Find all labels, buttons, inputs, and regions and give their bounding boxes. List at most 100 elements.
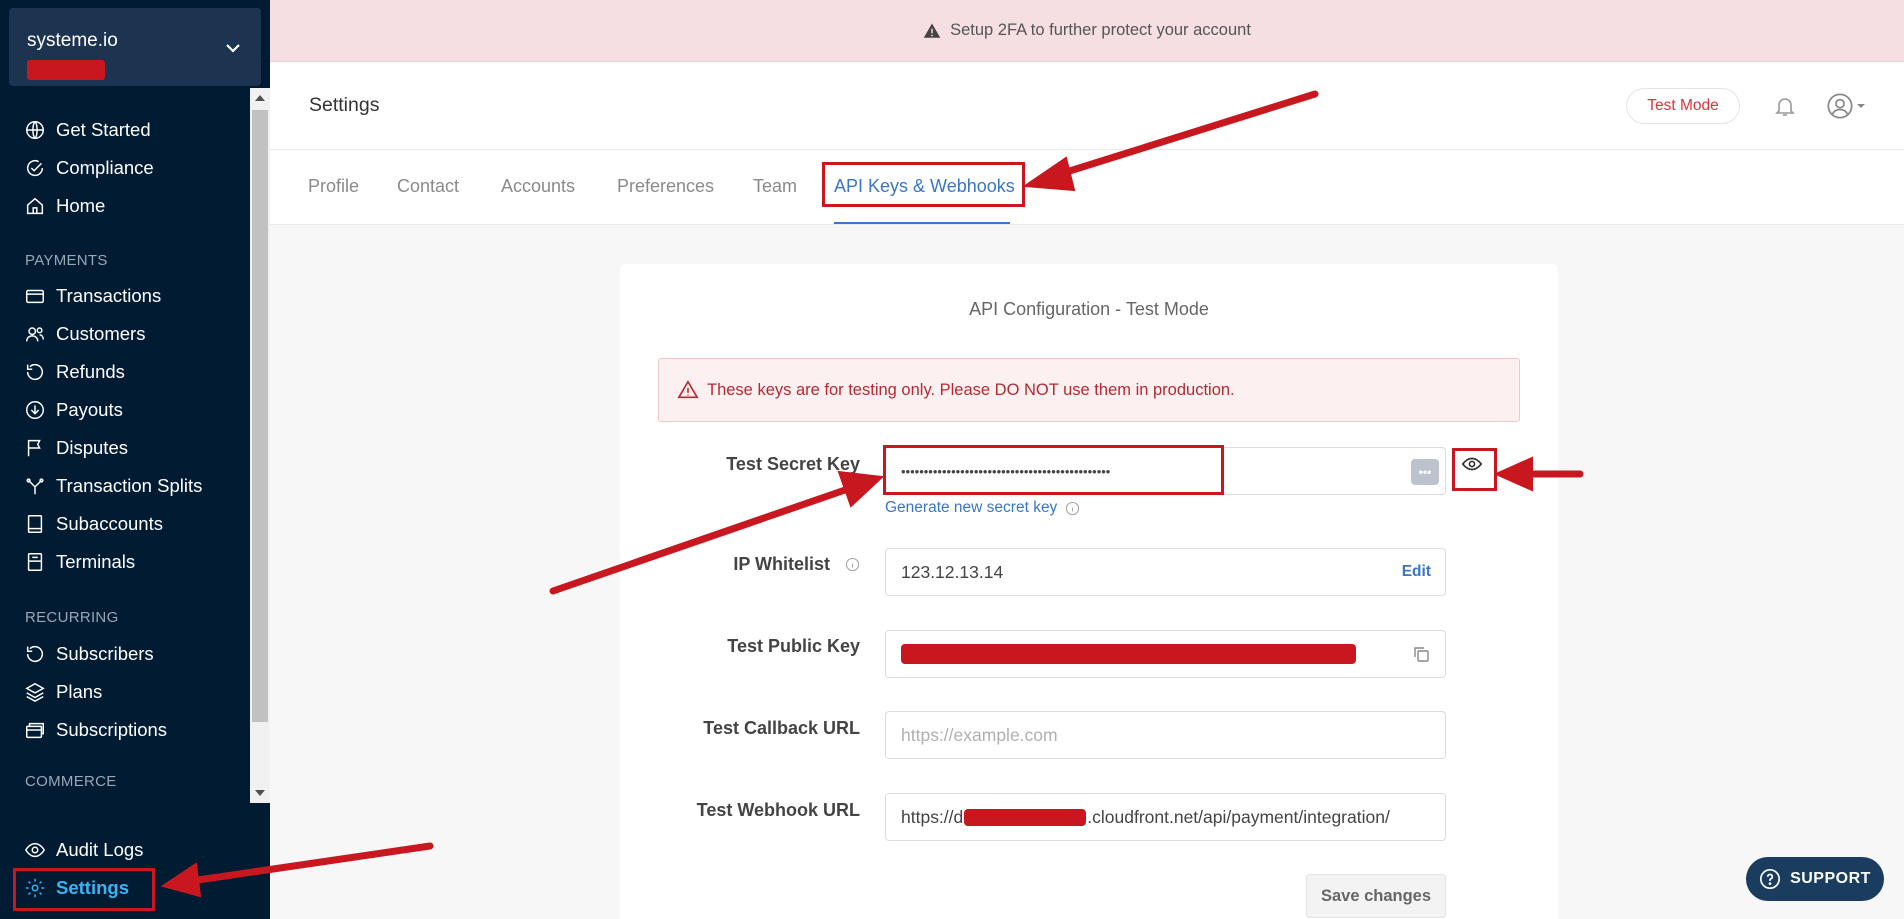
sidebar-item-label: Transaction Splits: [56, 475, 203, 496]
banner-text: Setup 2FA to further protect your accoun…: [950, 21, 1251, 39]
public-key-label: Test Public Key: [727, 636, 860, 656]
sidebar-scrollbar[interactable]: [250, 88, 270, 803]
section-payments: PAYMENTS: [25, 252, 108, 269]
webhook-url-input[interactable]: https://d .cloudfront.net/api/payment/int…: [885, 793, 1446, 841]
sidebar-item-home[interactable]: Home: [24, 193, 105, 219]
sidebar-item-label: Refunds: [56, 361, 125, 382]
sidebar-item-label: Subscribers: [56, 643, 154, 664]
sidebar-item-transactions[interactable]: Transactions: [24, 283, 161, 309]
ip-whitelist-field[interactable]: 123.12.13.14 Edit: [885, 548, 1446, 596]
sidebar-item-label: Compliance: [56, 157, 154, 178]
generate-secret-key-link[interactable]: Generate new secret key: [885, 499, 1080, 517]
account-name: systeme.io: [27, 30, 118, 51]
support-button[interactable]: SUPPORT: [1746, 857, 1884, 901]
webhook-url-prefix: https://d: [901, 806, 964, 827]
credit-card-icon: [26, 289, 44, 304]
redacted-webhook-host: [964, 808, 1087, 826]
section-commerce: COMMERCE: [25, 773, 117, 790]
account-switcher[interactable]: systeme.io: [9, 8, 261, 86]
tab-profile[interactable]: Profile: [308, 176, 359, 197]
info-icon: [1066, 501, 1080, 515]
sidebar-item-label: Disputes: [56, 437, 128, 458]
sidebar-item-customers[interactable]: Customers: [24, 321, 145, 347]
support-label: SUPPORT: [1790, 870, 1871, 887]
public-key-field[interactable]: [885, 630, 1446, 678]
password-manager-icon[interactable]: •••: [1411, 459, 1439, 485]
sidebar-item-disputes[interactable]: Disputes: [24, 435, 128, 461]
sidebar-item-payouts[interactable]: Payouts: [24, 397, 123, 423]
terminal-icon: [27, 553, 43, 571]
tab-team[interactable]: Team: [753, 176, 797, 197]
cards-icon: [26, 722, 44, 739]
tab-contact[interactable]: Contact: [397, 176, 459, 197]
sidebar-item-compliance[interactable]: Compliance: [24, 155, 154, 181]
callback-url-label: Test Callback URL: [703, 718, 860, 738]
annotation-box-api-tab: [822, 162, 1025, 207]
edit-ip-whitelist-link[interactable]: Edit: [1402, 563, 1431, 581]
copy-icon[interactable]: [1411, 644, 1431, 664]
redacted-account-id: [27, 60, 105, 80]
globe-icon: [26, 121, 44, 139]
tab-accounts[interactable]: Accounts: [501, 176, 575, 197]
ip-whitelist-label: IP Whitelist: [733, 554, 830, 574]
sidebar-item-get-started[interactable]: Get Started: [24, 117, 151, 143]
page-header: Settings Test Mode: [270, 62, 1904, 150]
annotation-box-eye: [1452, 448, 1497, 491]
test-keys-warning: These keys are for testing only. Please …: [658, 358, 1520, 422]
scrollbar-thumb[interactable]: [252, 110, 268, 722]
flag-icon: [27, 439, 41, 457]
sidebar-item-terminals[interactable]: Terminals: [24, 549, 135, 575]
sidebar-item-label: Subaccounts: [56, 513, 163, 534]
refund-icon: [26, 364, 44, 381]
sidebar-item-audit-logs[interactable]: Audit Logs: [24, 837, 143, 863]
page-title: Settings: [309, 94, 380, 116]
user-avatar-icon: [1827, 93, 1853, 119]
warning-icon: [923, 23, 941, 38]
sidebar-item-subscriptions[interactable]: Subscriptions: [24, 717, 167, 743]
tab-preferences[interactable]: Preferences: [617, 176, 714, 197]
callback-url-input[interactable]: https://example.com: [885, 711, 1446, 759]
bell-icon[interactable]: [1773, 94, 1797, 118]
sidebar-item-transaction-splits[interactable]: Transaction Splits: [24, 473, 202, 499]
sidebar-item-subaccounts[interactable]: Subaccounts: [24, 511, 163, 537]
home-icon: [26, 197, 44, 215]
scroll-down-arrow[interactable]: [255, 790, 265, 796]
scroll-up-arrow[interactable]: [255, 95, 265, 101]
payout-icon: [26, 401, 44, 419]
settings-tabs: Profile Contact Accounts Preferences Tea…: [270, 150, 1904, 225]
sidebar-item-subscribers[interactable]: Subscribers: [24, 641, 154, 667]
save-changes-button[interactable]: Save changes: [1306, 874, 1446, 918]
help-icon: [1760, 869, 1781, 889]
redacted-public-key: [901, 644, 1356, 664]
sidebar-item-label: Get Started: [56, 119, 151, 140]
chevron-down-icon[interactable]: [223, 38, 243, 58]
check-circle-icon: [26, 159, 44, 177]
user-menu[interactable]: [1826, 92, 1876, 120]
sidebar-item-plans[interactable]: Plans: [24, 679, 102, 705]
users-icon: [26, 327, 44, 342]
test-mode-button[interactable]: Test Mode: [1626, 88, 1740, 124]
sidebar-item-label: Home: [56, 195, 106, 216]
secret-key-label: Test Secret Key: [726, 454, 860, 474]
api-configuration-card: API Configuration - Test Mode These keys…: [620, 264, 1558, 919]
annotation-box-settings: [13, 868, 155, 911]
annotation-box-secret-key: [883, 445, 1224, 495]
sidebar-item-label: Plans: [56, 681, 103, 702]
sidebar-item-label: Customers: [56, 323, 146, 344]
caret-down-icon: [1857, 104, 1865, 108]
generate-link-label: Generate new secret key: [885, 499, 1058, 516]
sidebar-item-label: Transactions: [56, 285, 162, 306]
info-icon[interactable]: [845, 557, 860, 572]
2fa-banner: Setup 2FA to further protect your accoun…: [270, 0, 1904, 62]
warning-text: These keys are for testing only. Please …: [707, 380, 1235, 399]
sidebar: systeme.io Get Started Compliance Home P…: [0, 0, 270, 919]
sidebar-nav: Get Started Compliance Home PAYMENTS Tra…: [0, 88, 250, 803]
callback-url-placeholder: https://example.com: [901, 724, 1058, 745]
sidebar-item-refunds[interactable]: Refunds: [24, 359, 125, 385]
refresh-icon: [26, 646, 44, 663]
sidebar-item-label: Terminals: [56, 551, 136, 572]
split-icon: [26, 478, 44, 495]
sidebar-item-label: Payouts: [56, 399, 123, 420]
book-icon: [27, 515, 43, 533]
webhook-url-label: Test Webhook URL: [696, 800, 860, 820]
